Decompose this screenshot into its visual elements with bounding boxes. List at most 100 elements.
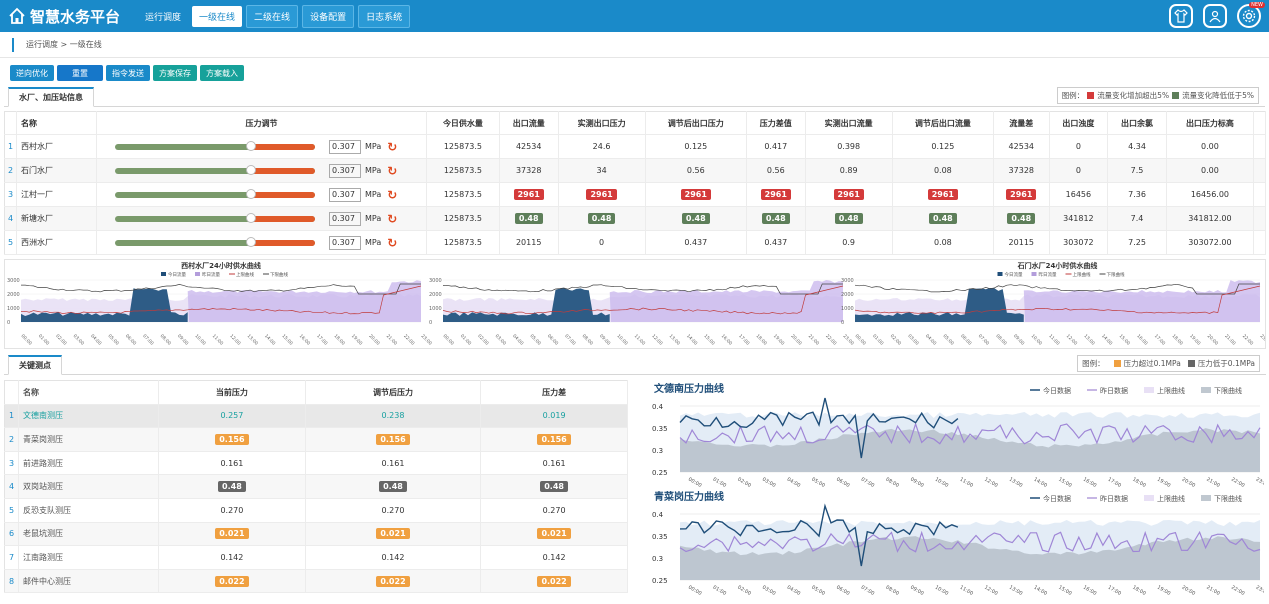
x-tick-label: 22:00 — [824, 333, 838, 347]
cell-adj: 0.021 — [305, 522, 482, 547]
table-header-scroll — [1253, 111, 1266, 135]
send-command-button[interactable]: 指令发送 — [106, 65, 150, 81]
x-tick-label: 20:00 — [1206, 333, 1220, 347]
point-name: 青菜岗测压 — [18, 427, 159, 452]
status-badge: 2961 — [680, 189, 711, 200]
reverse-optimize-button[interactable]: 逆向优化 — [10, 65, 54, 81]
cell-ap: 2961 — [645, 182, 747, 207]
pressure-input[interactable]: 0.307 — [329, 139, 361, 154]
point-name: 老鼠坑测压 — [18, 522, 159, 547]
x-tick-label: 01:00 — [37, 333, 51, 347]
x-tick-label: 11:00 — [633, 333, 647, 347]
pressure-slider[interactable] — [115, 236, 315, 247]
table-row: 2 青菜岗测压 0.156 0.156 0.156 — [4, 427, 628, 452]
today-supply: 125873.5 — [426, 230, 500, 255]
settings-icon[interactable]: NEW — [1237, 2, 1265, 28]
pressure-slider[interactable] — [115, 140, 315, 151]
shirt-icon[interactable] — [1169, 4, 1193, 28]
reset-button[interactable]: 重置 — [57, 65, 103, 81]
cell-mp: 0 — [558, 230, 646, 255]
pressure-slider[interactable] — [115, 188, 315, 199]
tab-plants[interactable]: 水厂、加压站信息 — [8, 87, 94, 107]
chart-title: 青菜岗压力曲线 — [654, 490, 724, 503]
x-tick-label: 23:00 — [1255, 477, 1264, 489]
app-logo[interactable]: 智慧水务平台 — [8, 6, 120, 27]
nav-device-config[interactable]: 设备配置 — [302, 4, 355, 28]
refresh-icon[interactable]: ↻ — [387, 236, 397, 250]
point-name: 江南路测压 — [18, 545, 159, 570]
nav-log-system[interactable]: 日志系统 — [358, 4, 411, 28]
x-tick-label: 03:00 — [906, 333, 920, 347]
x-tick-label: 03:00 — [761, 585, 776, 597]
x-tick-label: 17:00 — [315, 333, 329, 347]
cell-fd: 42534 — [993, 134, 1050, 159]
x-tick-label: 11:00 — [958, 585, 973, 597]
refresh-icon[interactable]: ↻ — [387, 164, 397, 178]
x-tick-label: 02:00 — [736, 585, 751, 597]
point-name: 反恐支队测压 — [18, 498, 159, 523]
table-header: 名称 — [16, 111, 97, 135]
x-tick-label: 12:00 — [983, 477, 998, 489]
nav-dispatch[interactable]: 运行调度 — [138, 6, 188, 27]
x-tick-label: 16:00 — [1082, 477, 1097, 489]
x-tick-label: 07:00 — [860, 585, 875, 597]
nav-level2-online[interactable]: 二级在线 — [246, 4, 299, 28]
cell-flow: 0.48 — [499, 206, 559, 231]
slider-knob[interactable] — [246, 212, 256, 223]
cell-pd: 0.417 — [746, 134, 806, 159]
cell-cur: 0.270 — [158, 498, 306, 523]
legend-swatch — [1201, 495, 1211, 501]
refresh-icon[interactable]: ↻ — [387, 188, 397, 202]
x-tick-label: 09:00 — [1012, 333, 1026, 347]
cell-elevation: 16456.00 — [1166, 182, 1255, 207]
x-tick-label: 17:00 — [1107, 585, 1122, 597]
x-tick-label: 23:00 — [420, 333, 434, 347]
pressure-control: 0.307 MPa ↻ — [96, 182, 427, 207]
cell-mf: 0.89 — [805, 158, 893, 183]
load-plan-button[interactable]: 方案载入 — [200, 65, 244, 81]
x-tick-label: 00:00 — [687, 477, 702, 489]
plant-name: 西洲水厂 — [16, 230, 97, 255]
refresh-icon[interactable]: ↻ — [387, 212, 397, 226]
save-plan-button[interactable]: 方案保存 — [153, 65, 197, 81]
x-tick-label: 04:00 — [924, 333, 938, 347]
table-header: 今日供水量 — [426, 111, 500, 135]
table-header: 出口压力标高 — [1166, 111, 1255, 135]
legend-text: 今日流量 — [168, 271, 186, 278]
x-tick-label: 10:00 — [193, 333, 207, 347]
x-tick-label: 18:00 — [1131, 585, 1146, 597]
pressure-slider[interactable] — [115, 212, 315, 223]
cell-flow: 37328 — [499, 158, 559, 183]
legend-text: 昨日流量 — [1039, 271, 1057, 278]
refresh-icon[interactable]: ↻ — [387, 140, 397, 154]
tab-key-points[interactable]: 关键测点 — [8, 355, 62, 375]
status-badge: 2961 — [513, 189, 544, 200]
x-tick-label: 19:00 — [1188, 333, 1202, 347]
pressure-input[interactable]: 0.307 — [329, 163, 361, 178]
plants-table: 名称 压力调节 今日供水量 出口流量 实测出口压力 调节后出口压力 压力差值 实测出口流量 调节… — [4, 111, 1266, 255]
slider-knob[interactable] — [246, 188, 256, 199]
plant-name: 石门水厂 — [16, 158, 97, 183]
pressure-slider[interactable] — [115, 164, 315, 175]
slider-knob[interactable] — [246, 236, 256, 247]
slider-knob[interactable] — [246, 164, 256, 175]
table-row: 1 西村水厂 0.307 MPa ↻ 125873.5 42534 24.6 0.125 0.41… — [4, 134, 1266, 159]
slider-knob[interactable] — [246, 140, 256, 151]
status-badge: 0.48 — [1007, 213, 1036, 224]
user-icon[interactable] — [1203, 4, 1227, 28]
status-badge: 0.156 — [215, 433, 249, 445]
x-tick-label: 14:00 — [685, 333, 699, 347]
cell-cur: 0.257 — [158, 404, 306, 429]
nav-level1-online[interactable]: 一级在线 — [192, 5, 243, 27]
x-tick-label: 05:00 — [529, 333, 543, 347]
x-tick-label: 07:00 — [977, 333, 991, 347]
table-header: 当前压力 — [158, 380, 306, 405]
x-tick-label: 04:00 — [511, 333, 525, 347]
action-toolbar: 逆向优化 重置 指令发送 方案保存 方案载入 — [0, 58, 1269, 81]
x-tick-label: 13:00 — [1082, 333, 1096, 347]
pressure-input[interactable]: 0.307 — [329, 211, 361, 226]
pressure-input[interactable]: 0.307 — [329, 235, 361, 250]
cell-scroll — [1253, 230, 1266, 255]
pressure-input[interactable]: 0.307 — [329, 187, 361, 202]
table-row: 2 石门水厂 0.307 MPa ↻ 125873.5 37328 34 0.56 0.56 0.8… — [4, 158, 1266, 183]
